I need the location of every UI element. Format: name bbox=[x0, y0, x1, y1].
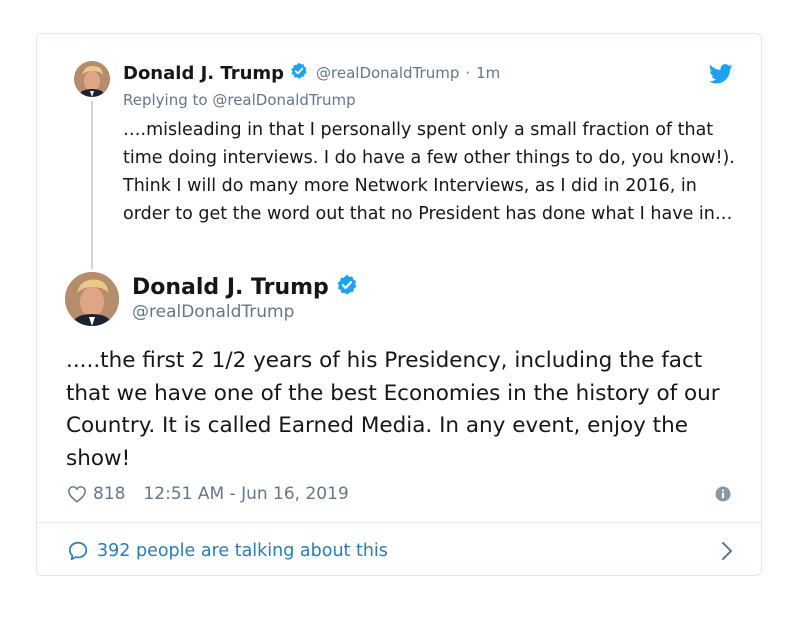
main-author-name[interactable]: Donald J. Trump bbox=[132, 275, 329, 300]
speech-bubble-icon bbox=[67, 540, 89, 562]
verified-badge-icon bbox=[336, 274, 358, 300]
conversation-link[interactable]: 392 people are talking about this bbox=[67, 537, 733, 565]
quoted-tweet-time[interactable]: 1m bbox=[476, 64, 500, 82]
card-divider bbox=[37, 522, 761, 523]
main-tweet-text: .....the first 2 1/2 years of his Presid… bbox=[66, 348, 720, 471]
main-tweet-header: Donald J. Trump @realDonaldTrump bbox=[132, 274, 358, 322]
tweet-meta-row: 818 12:51 AM - Jun 16, 2019 bbox=[67, 482, 731, 506]
chevron-right-icon bbox=[721, 541, 733, 561]
verified-badge-icon bbox=[290, 62, 308, 84]
info-icon[interactable] bbox=[715, 486, 731, 502]
talking-count-text: 392 people are talking about this bbox=[97, 541, 388, 561]
like-count: 818 bbox=[93, 484, 126, 504]
tweet-timestamp[interactable]: 12:51 AM - Jun 16, 2019 bbox=[143, 484, 348, 504]
quoted-tweet-header: Donald J. Trump @realDonaldTrump · 1m bbox=[123, 62, 500, 84]
like-button[interactable]: 818 bbox=[67, 484, 125, 504]
quoted-author-name[interactable]: Donald J. Trump bbox=[123, 63, 284, 84]
main-author-avatar[interactable] bbox=[65, 272, 119, 326]
tweet-embed-card: Donald J. Trump @realDonaldTrump · 1m Re… bbox=[36, 33, 762, 576]
quoted-author-avatar[interactable] bbox=[74, 61, 110, 97]
replying-to-label: Replying to bbox=[123, 91, 208, 109]
main-author-handle[interactable]: @realDonaldTrump bbox=[132, 302, 358, 322]
replying-to-line: Replying to @realDonaldTrump bbox=[123, 91, 356, 109]
quoted-tweet-text: ….misleading in that I personally spent … bbox=[123, 120, 735, 224]
separator-dot: · bbox=[465, 64, 471, 82]
thread-connector-line bbox=[91, 101, 93, 269]
heart-icon bbox=[68, 486, 86, 503]
replying-to-handle-link[interactable]: @realDonaldTrump bbox=[212, 91, 355, 109]
quoted-author-handle[interactable]: @realDonaldTrump bbox=[316, 64, 459, 82]
twitter-bird-icon[interactable] bbox=[708, 64, 733, 84]
